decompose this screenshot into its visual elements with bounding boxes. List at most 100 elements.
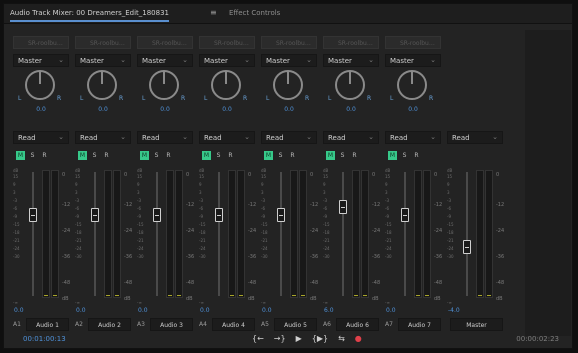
mute-button[interactable]: M bbox=[264, 151, 273, 160]
record-enable-button[interactable]: R bbox=[412, 151, 421, 160]
record-enable-button[interactable]: R bbox=[102, 151, 111, 160]
pan-value[interactable]: 0.0 bbox=[72, 106, 134, 113]
volume-value[interactable]: 6.0 bbox=[324, 307, 334, 314]
automation-mode-dropdown[interactable]: Read ⌄ bbox=[323, 131, 379, 144]
record-enable-button[interactable]: R bbox=[164, 151, 173, 160]
play-icon[interactable]: ▶ bbox=[296, 334, 302, 343]
meter-floor-line bbox=[230, 295, 234, 296]
automation-mode-dropdown[interactable]: Read ⌄ bbox=[13, 131, 69, 144]
pan-knob[interactable] bbox=[273, 70, 303, 100]
effect-slot[interactable]: SR-roolbu… bbox=[199, 36, 255, 49]
volume-value[interactable]: 0.0 bbox=[138, 307, 148, 314]
record-enable-button[interactable]: R bbox=[226, 151, 235, 160]
mute-button[interactable]: M bbox=[202, 151, 211, 160]
mute-button[interactable]: M bbox=[16, 151, 25, 160]
pan-value[interactable]: 0.0 bbox=[382, 106, 444, 113]
level-meter-l bbox=[290, 170, 298, 298]
pan-value[interactable]: 0.0 bbox=[196, 106, 258, 113]
pan-value[interactable]: 0.0 bbox=[320, 106, 382, 113]
record-enable-button[interactable]: R bbox=[288, 151, 297, 160]
volume-value[interactable]: 0.0 bbox=[76, 307, 86, 314]
automation-mode-dropdown[interactable]: Read ⌄ bbox=[137, 131, 193, 144]
channel-strip: SR-roolbu… Master ⌄ L R 0.0 Read ⌄ M S RdB 15 9 3 -3 -6… bbox=[382, 30, 442, 336]
effect-slot[interactable]: SR-roolbu… bbox=[13, 36, 69, 49]
pan-value[interactable]: 0.0 bbox=[134, 106, 196, 113]
automation-label: Read bbox=[452, 134, 470, 142]
channel-strip: SR-roolbu… Master ⌄ L R 0.0 Read ⌄ M S RdB 15 9 3 -3 -6… bbox=[72, 30, 132, 336]
current-timecode[interactable]: 00:01:00:13 bbox=[23, 335, 66, 343]
mute-button[interactable]: M bbox=[388, 151, 397, 160]
pan-value[interactable]: 0.0 bbox=[10, 106, 72, 113]
volume-value[interactable]: 0.0 bbox=[200, 307, 210, 314]
record-enable-button[interactable]: R bbox=[40, 151, 49, 160]
go-to-out-point-icon[interactable]: →} bbox=[274, 334, 286, 343]
db-tick-label: -30 bbox=[13, 254, 20, 259]
effect-slot[interactable]: SR-roolbu… bbox=[385, 36, 441, 49]
output-routing-dropdown[interactable]: Master ⌄ bbox=[261, 54, 317, 67]
output-routing-dropdown[interactable]: Master ⌄ bbox=[323, 54, 379, 67]
pan-knob[interactable] bbox=[397, 70, 427, 100]
effect-slot[interactable]: SR-roolbu… bbox=[137, 36, 193, 49]
mute-button[interactable]: M bbox=[140, 151, 149, 160]
effect-slot[interactable]: SR-roolbu… bbox=[323, 36, 379, 49]
pan-knob[interactable] bbox=[25, 70, 55, 100]
automation-mode-dropdown[interactable]: Read ⌄ bbox=[75, 131, 131, 144]
volume-value[interactable]: 0.0 bbox=[14, 307, 24, 314]
solo-button[interactable]: S bbox=[338, 151, 347, 160]
solo-button[interactable]: S bbox=[152, 151, 161, 160]
volume-value[interactable]: 0.0 bbox=[386, 307, 396, 314]
solo-button[interactable]: S bbox=[214, 151, 223, 160]
channel-strip: SR-roolbu… Master ⌄ L R 0.0 Read ⌄ M S RdB 15 9 3 -3 -6… bbox=[10, 30, 70, 336]
volume-fader[interactable] bbox=[91, 208, 99, 222]
db-tick-label: dB bbox=[248, 296, 255, 302]
solo-button[interactable]: S bbox=[90, 151, 99, 160]
tab-effect-controls[interactable]: Effect Controls bbox=[229, 9, 280, 17]
chevron-down-icon: ⌄ bbox=[182, 56, 188, 64]
output-routing-dropdown[interactable]: Master ⌄ bbox=[199, 54, 255, 67]
pan-knob[interactable] bbox=[87, 70, 117, 100]
volume-value[interactable]: 0.0 bbox=[262, 307, 272, 314]
volume-fader[interactable] bbox=[29, 208, 37, 222]
pan-knob[interactable] bbox=[149, 70, 179, 100]
volume-fader[interactable] bbox=[401, 208, 409, 222]
db-tick-label: -9 bbox=[385, 214, 389, 219]
loop-icon[interactable]: ⇆ bbox=[338, 334, 345, 343]
automation-mode-dropdown[interactable]: Read ⌄ bbox=[385, 131, 441, 144]
mute-button[interactable]: M bbox=[78, 151, 87, 160]
hamburger-menu-icon[interactable]: ≡ bbox=[210, 8, 217, 17]
output-routing-dropdown[interactable]: Master ⌄ bbox=[75, 54, 131, 67]
pan-value[interactable]: 0.0 bbox=[258, 106, 320, 113]
meter-floor-line bbox=[478, 295, 482, 296]
meter-floor-line bbox=[354, 295, 358, 296]
play-in-to-out-icon[interactable]: {▶} bbox=[312, 334, 328, 343]
output-routing-dropdown[interactable]: Master ⌄ bbox=[13, 54, 69, 67]
db-tick-label: -18 bbox=[199, 230, 206, 235]
output-routing-dropdown[interactable]: Master ⌄ bbox=[385, 54, 441, 67]
record-icon[interactable]: ● bbox=[355, 334, 362, 343]
solo-button[interactable]: S bbox=[276, 151, 285, 160]
pan-knob[interactable] bbox=[335, 70, 365, 100]
db-tick-label: dB bbox=[323, 168, 329, 173]
solo-button[interactable]: S bbox=[400, 151, 409, 160]
volume-fader[interactable] bbox=[215, 208, 223, 222]
effect-slot[interactable]: SR-roolbu… bbox=[261, 36, 317, 49]
effect-slot[interactable]: SR-roolbu… bbox=[75, 36, 131, 49]
output-routing-dropdown[interactable]: Master ⌄ bbox=[137, 54, 193, 67]
volume-fader[interactable] bbox=[277, 208, 285, 222]
db-tick-label: -24 bbox=[323, 246, 330, 251]
master-volume-value[interactable]: -4.0 bbox=[448, 307, 460, 314]
automation-mode-dropdown[interactable]: Read ⌄ bbox=[199, 131, 255, 144]
automation-mode-dropdown[interactable]: Read ⌄ bbox=[447, 131, 503, 144]
go-to-in-point-icon[interactable]: {← bbox=[252, 334, 264, 343]
automation-mode-dropdown[interactable]: Read ⌄ bbox=[261, 131, 317, 144]
tab-audio-track-mixer[interactable]: Audio Track Mixer: 00 Dreamers_Edit_1808… bbox=[10, 9, 169, 22]
db-tick-label: 3 bbox=[323, 190, 326, 195]
volume-fader[interactable] bbox=[153, 208, 161, 222]
volume-fader[interactable] bbox=[463, 240, 471, 254]
db-tick-label: 3 bbox=[199, 190, 202, 195]
volume-fader[interactable] bbox=[339, 200, 347, 214]
mute-button[interactable]: M bbox=[326, 151, 335, 160]
solo-button[interactable]: S bbox=[28, 151, 37, 160]
record-enable-button[interactable]: R bbox=[350, 151, 359, 160]
pan-knob[interactable] bbox=[211, 70, 241, 100]
